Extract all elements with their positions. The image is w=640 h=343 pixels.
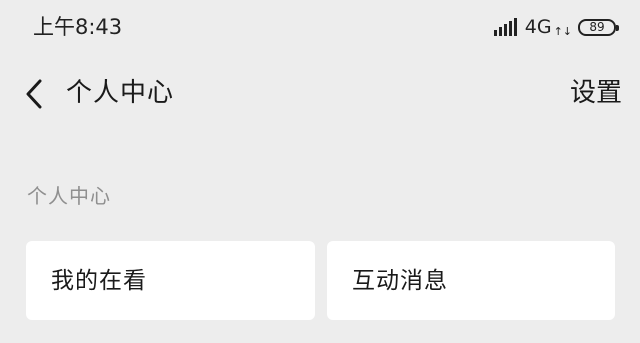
settings-button[interactable]: 设置 (570, 75, 622, 111)
battery-level: 89 (589, 20, 605, 34)
status-indicators: 4G ↑↓ 89 (493, 14, 619, 40)
navigation-bar: 个人中心 设置 (0, 64, 640, 124)
page-title: 个人中心 (66, 78, 175, 108)
data-activity-icon: ↑↓ (553, 24, 572, 38)
battery-icon: 89 (578, 18, 619, 36)
back-button[interactable] (18, 74, 50, 114)
chevron-left-icon (26, 79, 42, 109)
card-label: 我的在看 (51, 268, 147, 294)
status-time: 上午8:43 (33, 15, 123, 39)
network-type-label: 4G (524, 16, 552, 38)
status-bar: 上午8:43 4G ↑↓ 89 (0, 0, 640, 54)
signal-icon (493, 18, 517, 36)
my-watching-card[interactable]: 我的在看 (26, 241, 315, 320)
interaction-messages-card[interactable]: 互动消息 (327, 241, 615, 320)
card-label: 互动消息 (352, 268, 448, 294)
section-title: 个人中心 (27, 184, 111, 208)
